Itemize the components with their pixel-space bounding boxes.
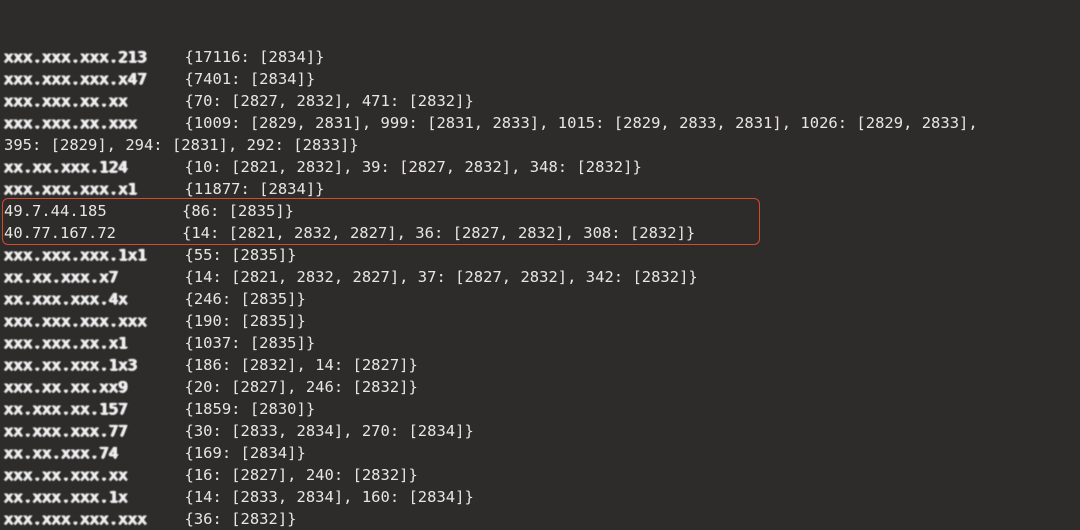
log-line: xx.xxx.xxx.1x {14: [2833, 2834], 160: [2… (4, 486, 1076, 508)
log-ip-redacted: xxx.xxx.xxx.213 (4, 46, 157, 68)
log-ip-redacted: xxx.xx.xx.xx9 (4, 376, 157, 398)
log-payload: {20: [2827], 246: [2832]} (185, 378, 418, 396)
log-ip-redacted: xx.xxx.xxx.4x (4, 288, 157, 310)
log-line: 49.7.44.185 {86: [2835]} (4, 200, 1076, 222)
log-payload: {10: [2821, 2832], 39: [2827, 2832], 348… (185, 158, 642, 176)
log-payload: {11877: [2834]} (185, 180, 325, 198)
log-payload: {1009: [2829, 2831], 999: [2831, 2833], … (185, 114, 978, 132)
log-ip-redacted: xx.xx.xxx.74 (4, 442, 157, 464)
log-payload: {30: [2833, 2834], 270: [2834]} (185, 422, 474, 440)
log-ip-redacted: xxx.xxx.xx.xxx (4, 112, 157, 134)
log-line: xxx.xx.xxx.1x3 {186: [2832], 14: [2827]} (4, 354, 1076, 376)
log-line: xxx.xxx.xx.xx {70: [2827, 2832], 471: [2… (4, 90, 1076, 112)
log-line: xx.xxx.xxx.4x {246: [2835]} (4, 288, 1076, 310)
log-payload: {70: [2827, 2832], 471: [2832]} (185, 92, 474, 110)
log-payload: {14: [2833, 2834], 160: [2834]} (185, 488, 474, 506)
log-payload: {169: [2834]} (185, 444, 306, 462)
log-line: xxx.xxx.xxx.213 {17116: [2834]} (4, 46, 1076, 68)
log-line: 40.77.167.72 {14: [2821, 2832, 2827], 36… (4, 222, 1076, 244)
log-line: xxx.xxx.xx.x1 {1037: [2835]} (4, 332, 1076, 354)
log-ip-redacted: xxx.xx.xxx.1x3 (4, 354, 157, 376)
log-payload: {1859: [2830]} (185, 400, 316, 418)
log-line: xxx.xxx.xxx.x47 {7401: [2834]} (4, 68, 1076, 90)
log-line: xx.xx.xxx.74 {169: [2834]} (4, 442, 1076, 464)
log-ip-redacted: xxx.xxx.xxx.x47 (4, 68, 157, 90)
log-line: xxx.xxx.xxx.1x1 {55: [2835]} (4, 244, 1076, 266)
log-payload: 395: [2829], 294: [2831], 292: [2833]} (4, 136, 359, 154)
log-line: xxx.xx.xxx.xx {16: [2827], 240: [2832]} (4, 464, 1076, 486)
log-line: xx.xxx.xxx.77 {30: [2833, 2834], 270: [2… (4, 420, 1076, 442)
log-payload: {190: [2835]} (185, 312, 306, 330)
log-line: xxx.xxx.xxx.xxx {36: [2832]} (4, 508, 1076, 530)
log-payload: {7401: [2834]} (185, 70, 316, 88)
log-ip-redacted: xxx.xxx.xx.xx (4, 90, 157, 112)
log-payload: {14: [2821, 2832, 2827], 37: [2827, 2832… (185, 268, 698, 286)
log-ip-redacted: xx.xx.xxx.x7 (4, 266, 157, 288)
log-ip-redacted: xxx.xxx.xx.x1 (4, 332, 157, 354)
log-payload: {86: [2835]} (182, 202, 294, 220)
log-ip-redacted: xxx.xxx.xxx.x1 (4, 178, 157, 200)
log-payload: {14: [2821, 2832, 2827], 36: [2827, 2832… (182, 224, 695, 242)
log-line: xxx.xxx.xx.xxx {1009: [2829, 2831], 999:… (4, 112, 1076, 134)
log-payload: {1037: [2835]} (185, 334, 316, 352)
log-payload: {186: [2832], 14: [2827]} (185, 356, 418, 374)
log-line: 395: [2829], 294: [2831], 292: [2833]} (4, 134, 1076, 156)
log-line: xxx.xxx.xxx.x1 {11877: [2834]} (4, 178, 1076, 200)
log-payload: {16: [2827], 240: [2832]} (185, 466, 418, 484)
log-ip: 49.7.44.185 (4, 200, 154, 222)
log-line: xxx.xxx.xxx.xxx {190: [2835]} (4, 310, 1076, 332)
log-ip-redacted: xx.xxx.xxx.1x (4, 486, 157, 508)
log-payload: {17116: [2834]} (185, 48, 325, 66)
log-payload: {55: [2835]} (185, 246, 297, 264)
log-ip-redacted: xxx.xxx.xxx.1x1 (4, 244, 157, 266)
log-line: xx.xxx.xx.157 {1859: [2830]} (4, 398, 1076, 420)
terminal-output: xxx.xxx.xxx.213 {17116: [2834]}xxx.xxx.x… (0, 0, 1080, 530)
log-payload: {246: [2835]} (185, 290, 306, 308)
log-ip: 40.77.167.72 (4, 222, 154, 244)
log-ip-redacted: xx.xxx.xxx.77 (4, 420, 157, 442)
log-ip-redacted: xxx.xx.xxx.xx (4, 464, 157, 486)
log-ip-redacted: xxx.xxx.xxx.xxx (4, 310, 157, 332)
log-line: xxx.xx.xx.xx9 {20: [2827], 246: [2832]} (4, 376, 1076, 398)
log-payload: {36: [2832]} (185, 510, 297, 528)
log-ip-redacted: xx.xx.xxx.124 (4, 156, 157, 178)
log-line: xx.xx.xxx.x7 {14: [2821, 2832, 2827], 37… (4, 266, 1076, 288)
log-ip-redacted: xxx.xxx.xxx.xxx (4, 508, 157, 530)
log-lines: xxx.xxx.xxx.213 {17116: [2834]}xxx.xxx.x… (4, 46, 1076, 530)
log-ip-redacted: xx.xxx.xx.157 (4, 398, 157, 420)
log-line: xx.xx.xxx.124 {10: [2821, 2832], 39: [28… (4, 156, 1076, 178)
